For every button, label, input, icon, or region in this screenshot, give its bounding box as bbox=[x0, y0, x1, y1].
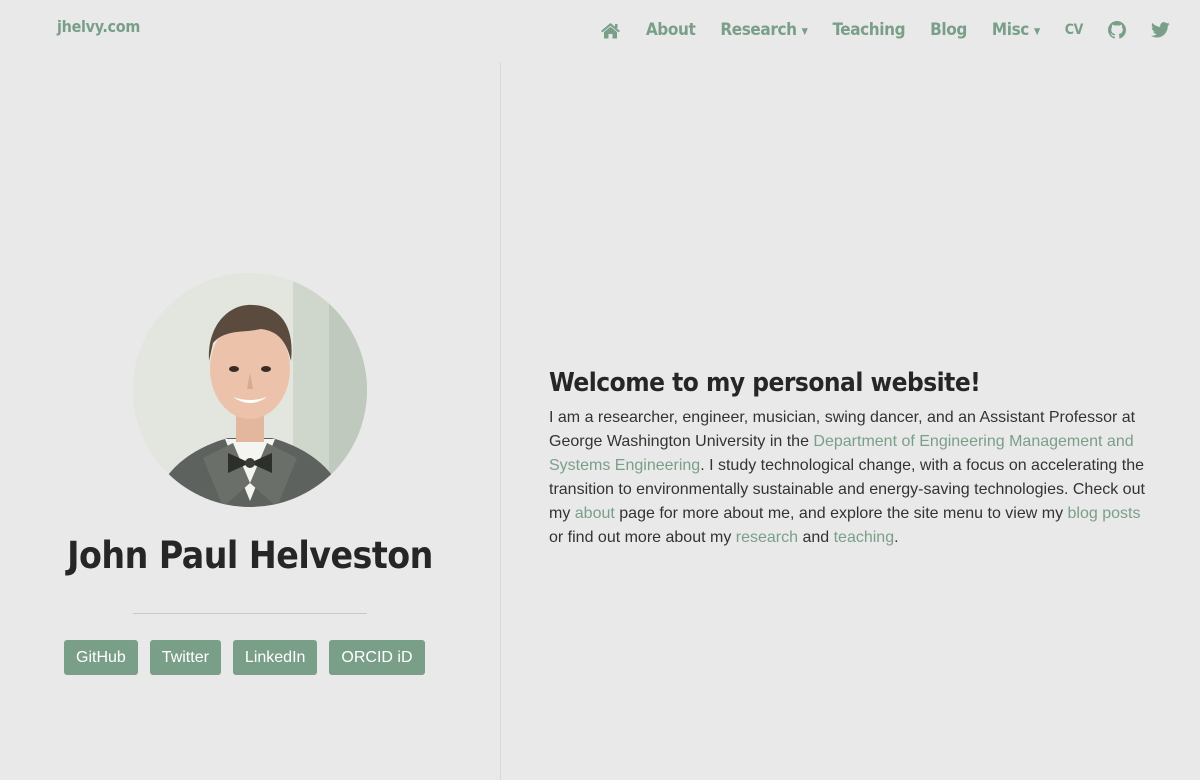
bio-text: or find out more about my bbox=[549, 529, 736, 546]
research-link[interactable]: research bbox=[736, 529, 798, 546]
nav-misc-label: Misc bbox=[991, 20, 1029, 40]
column-divider bbox=[500, 62, 501, 780]
site-brand-link[interactable]: jhelvy.com bbox=[57, 17, 140, 36]
caret-down-icon: ▼ bbox=[801, 26, 808, 37]
portrait-image bbox=[133, 273, 367, 507]
bio-text: and bbox=[798, 529, 834, 546]
bio-text: . bbox=[894, 529, 899, 546]
nav-github[interactable] bbox=[1108, 21, 1126, 39]
welcome-section: Welcome to my personal website! I am a r… bbox=[549, 368, 1159, 550]
blog-posts-link[interactable]: blog posts bbox=[1068, 505, 1141, 522]
teaching-link[interactable]: teaching bbox=[834, 529, 895, 546]
bio-paragraph: I am a researcher, engineer, musician, s… bbox=[549, 406, 1159, 550]
nav-research[interactable]: Research ▼ bbox=[720, 20, 807, 40]
nav-misc[interactable]: Misc ▼ bbox=[992, 20, 1040, 40]
profile-name: John Paul Helveston bbox=[67, 534, 433, 577]
nav-blog[interactable]: Blog bbox=[930, 20, 967, 40]
nav-home[interactable] bbox=[600, 22, 621, 39]
github-button[interactable]: GitHub bbox=[64, 640, 138, 675]
social-buttons: GitHub Twitter LinkedIn ORCID iD bbox=[64, 640, 437, 675]
bio-text: page for more about me, and explore the … bbox=[614, 505, 1068, 522]
nav-twitter[interactable] bbox=[1151, 22, 1170, 38]
main-nav: About Research ▼ Teaching Blog Misc ▼ CV bbox=[600, 17, 1170, 43]
orcid-button[interactable]: ORCID iD bbox=[329, 640, 425, 675]
caret-down-icon: ▼ bbox=[1033, 26, 1040, 37]
nav-cv[interactable]: CV bbox=[1065, 22, 1084, 38]
twitter-icon bbox=[1151, 22, 1170, 38]
linkedin-button[interactable]: LinkedIn bbox=[232, 640, 318, 675]
horizontal-rule bbox=[133, 613, 367, 614]
welcome-heading: Welcome to my personal website! bbox=[549, 368, 981, 398]
profile-column: John Paul Helveston GitHub Twitter Linke… bbox=[0, 62, 500, 780]
about-link[interactable]: about bbox=[575, 505, 615, 522]
nav-teaching[interactable]: Teaching bbox=[832, 20, 905, 40]
nav-research-label: Research bbox=[720, 20, 797, 40]
home-icon bbox=[600, 22, 620, 38]
github-icon bbox=[1108, 21, 1126, 39]
nav-about[interactable]: About bbox=[646, 20, 696, 40]
profile-photo bbox=[133, 273, 367, 507]
twitter-button[interactable]: Twitter bbox=[149, 640, 221, 675]
